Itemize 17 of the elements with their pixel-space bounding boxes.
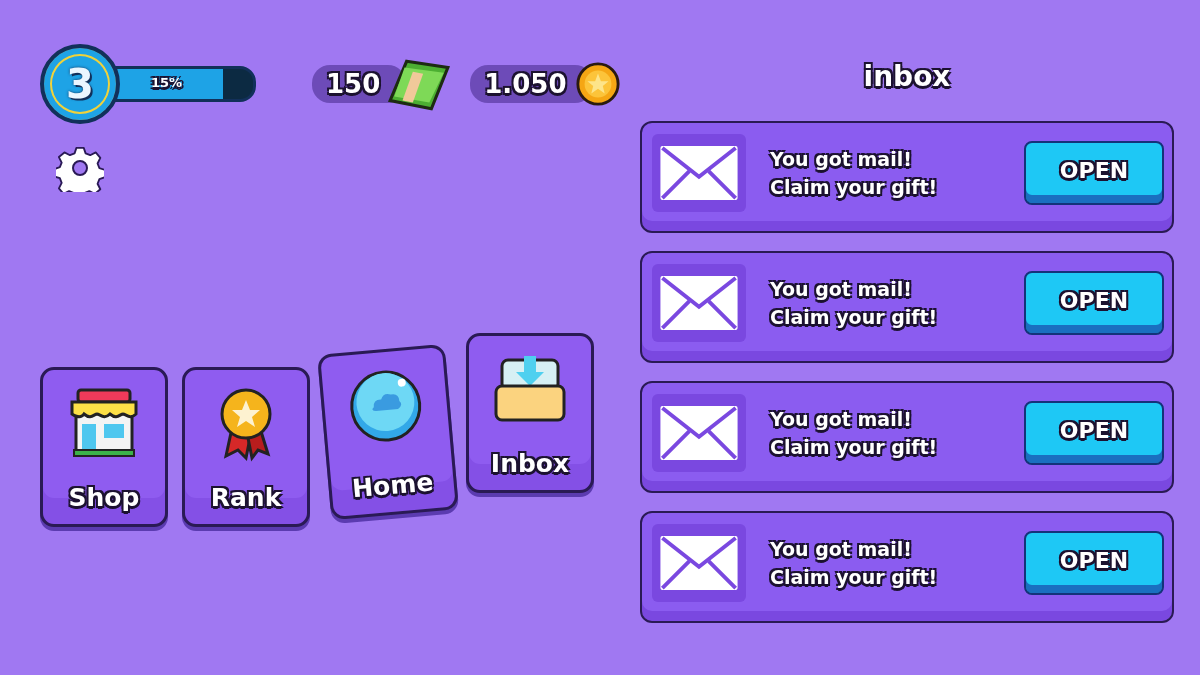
mail-title: You got mail! — [770, 148, 913, 170]
envelope-icon — [660, 406, 738, 460]
mail-body: Claim your gift! — [770, 176, 939, 198]
nav-tile[interactable]: Home — [317, 343, 459, 521]
mail-title: You got mail! — [770, 278, 913, 300]
mail-title: You got mail! — [770, 538, 913, 560]
xp-reading: 15% — [151, 75, 183, 90]
mail-body: Claim your gift! — [770, 306, 939, 328]
envelope-icon — [660, 276, 738, 330]
panel-title: inbox — [862, 60, 952, 93]
mail-body: Claim your gift! — [770, 436, 939, 458]
level-badge: 3 — [40, 44, 120, 124]
envelope-icon — [660, 146, 738, 200]
settings-icon[interactable] — [56, 144, 104, 192]
envelope-icon — [660, 536, 738, 590]
mail-body: Claim your gift! — [770, 566, 939, 588]
mail-title: You got mail! — [770, 408, 913, 430]
